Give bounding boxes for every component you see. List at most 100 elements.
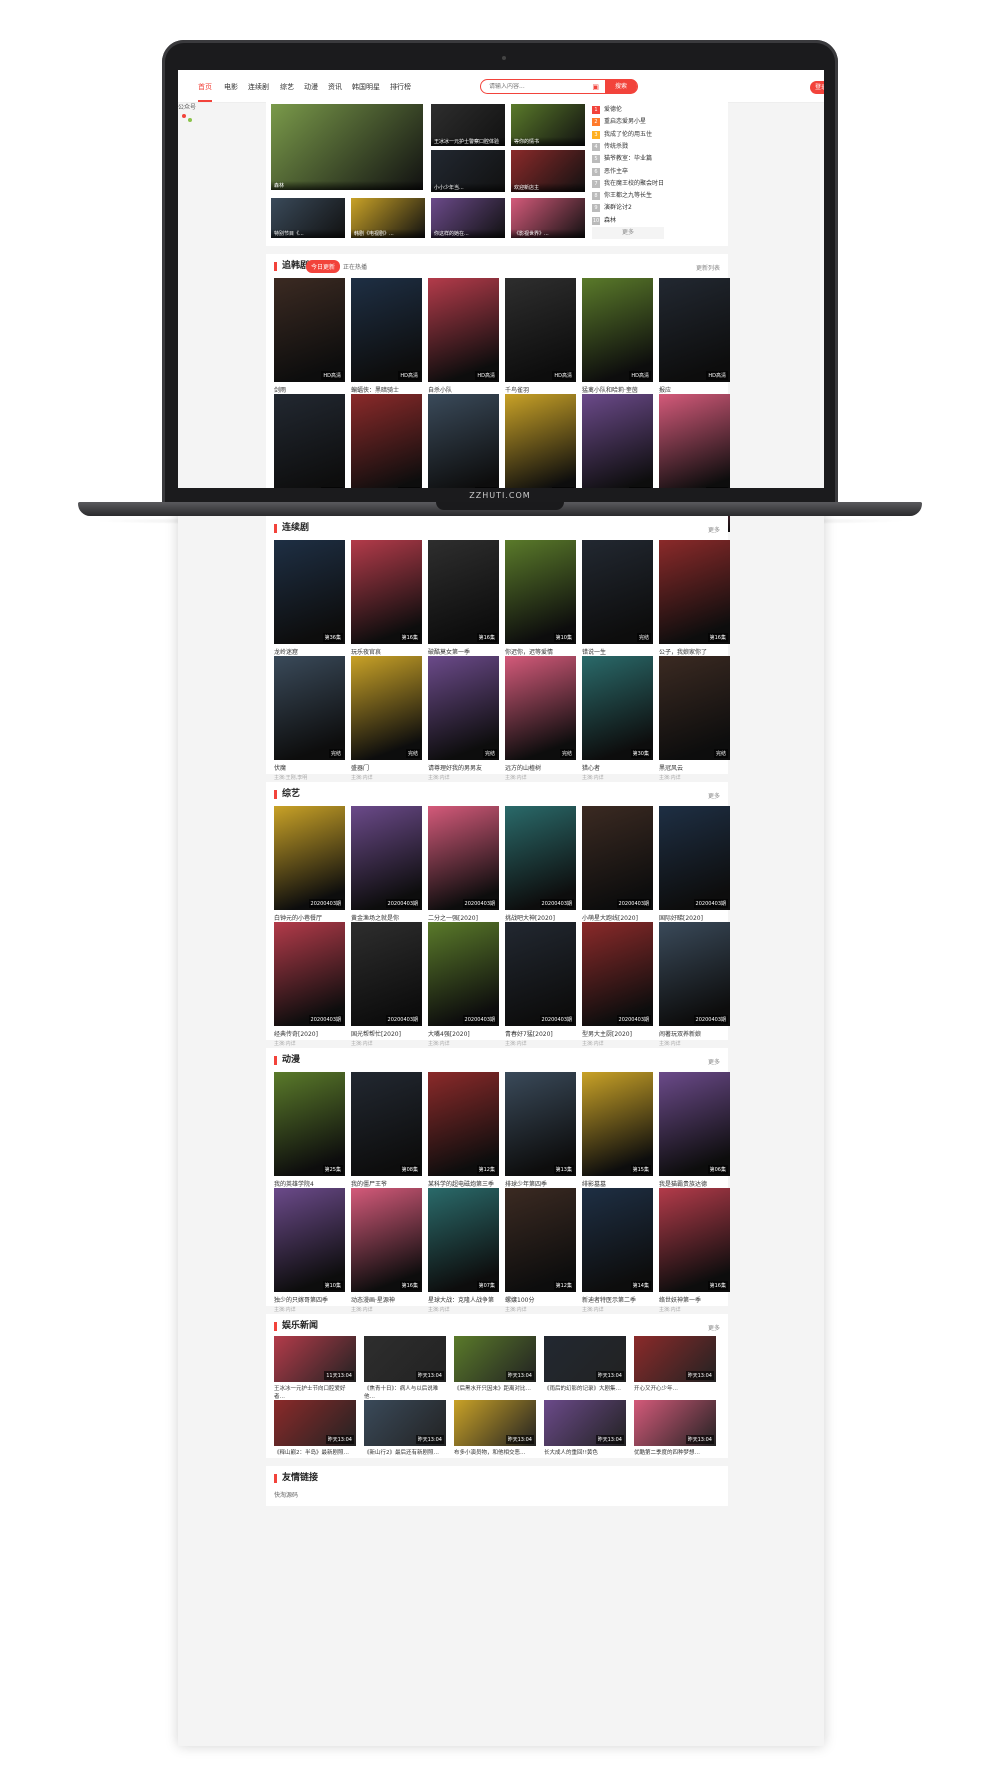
news-image[interactable]: 昨天13:04 bbox=[454, 1336, 536, 1382]
card-title[interactable]: 绯影墓墓 bbox=[582, 1179, 653, 1188]
news-card[interactable]: 昨天13:04 布多小演员物，和他相交恶… bbox=[454, 1400, 536, 1465]
card-title[interactable]: 千鸟雀羽 bbox=[505, 385, 576, 394]
nav-movie[interactable]: 电影 bbox=[224, 82, 238, 92]
poster-card[interactable]: HD高清自杀小队主演:玛格特罗比 bbox=[428, 278, 499, 403]
hero-thumb[interactable]: 特别节目《... bbox=[271, 198, 345, 238]
rank-item[interactable]: 7 我在魔王校的聚会时日 bbox=[592, 178, 664, 188]
poster-card[interactable]: HD高清报应主演:内详 bbox=[659, 278, 730, 403]
card-title[interactable]: 玩乐夜官哀 bbox=[351, 647, 422, 656]
card-title[interactable]: 络世妖神第一季 bbox=[659, 1295, 730, 1304]
rank-more-button[interactable]: 更多 bbox=[592, 227, 664, 239]
poster-image[interactable]: HD高清 bbox=[351, 394, 422, 488]
poster-card[interactable]: 第10集你迟你，迟等爱情主演:内详 bbox=[505, 540, 576, 665]
news-card[interactable]: 昨天13:04 开心又开心少年… bbox=[634, 1336, 716, 1401]
card-title[interactable]: 国光帮帮忙[2020] bbox=[351, 1029, 422, 1038]
rank-item[interactable]: 1 爱德伦 bbox=[592, 104, 622, 114]
card-title[interactable]: 大嘴4强[2020] bbox=[428, 1029, 499, 1038]
poster-image[interactable]: 完结 bbox=[274, 656, 345, 760]
news-image[interactable]: 昨天13:04 bbox=[634, 1400, 716, 1446]
news-title[interactable]: 《焦青十日》：病人与以后说难他… bbox=[364, 1385, 446, 1401]
poster-card[interactable]: 第30集 猎心者 主演:内详 bbox=[582, 656, 653, 781]
card-title[interactable]: 盛器门 bbox=[351, 763, 422, 772]
poster-image[interactable]: 20200403期 bbox=[505, 806, 576, 910]
news-title[interactable]: 王冰冰一元护士节向口腔爱好者… bbox=[274, 1385, 356, 1401]
rank-item[interactable]: 10 森林 bbox=[592, 215, 616, 225]
card-title[interactable]: 你迟你，迟等爱情 bbox=[505, 647, 576, 656]
poster-image[interactable]: 第10集 bbox=[274, 1188, 345, 1292]
card-title[interactable]: 闹著玩双养新娘 bbox=[659, 1029, 730, 1038]
poster-card[interactable]: 第36集龙岭迷窟主演:潘粤明,张雨绮 bbox=[274, 540, 345, 665]
poster-card[interactable]: 完结 黑冠风云 主演:内详 bbox=[659, 656, 730, 781]
poster-image[interactable]: 第08集 bbox=[351, 1072, 422, 1176]
card-title[interactable]: 我是猫霸贵族达德 bbox=[659, 1179, 730, 1188]
poster-card[interactable]: 完结 请尊理好我的男男友 主演:内详 bbox=[428, 656, 499, 781]
card-title[interactable]: 远方的山楂树 bbox=[505, 763, 576, 772]
rank-item[interactable]: 9 演群论讨2 bbox=[592, 202, 632, 213]
poster-image[interactable]: 第16集 bbox=[351, 1188, 422, 1292]
login-button[interactable]: 登录 bbox=[810, 81, 824, 94]
poster-image[interactable]: HD高清 bbox=[351, 278, 422, 382]
hero-thumb[interactable]: 等你的情书 bbox=[511, 104, 585, 146]
poster-image[interactable]: 第16集 bbox=[351, 540, 422, 644]
news-image[interactable]: 昨天13:04 bbox=[274, 1400, 356, 1446]
card-title[interactable]: 某科学的超电磁炮第三季 bbox=[428, 1179, 499, 1188]
poster-image[interactable]: 第36集 bbox=[274, 540, 345, 644]
news-image[interactable]: 昨天13:04 bbox=[364, 1336, 446, 1382]
poster-image[interactable]: 20200403期 bbox=[351, 806, 422, 910]
poster-card[interactable]: 第08集我的僵尸王爷主演:内详 bbox=[351, 1072, 422, 1197]
poster-image[interactable]: HD高清 bbox=[582, 394, 653, 488]
poster-card[interactable]: HD高清霍豹主演:Kevin bbox=[582, 394, 653, 488]
poster-image[interactable]: HD高清 bbox=[428, 394, 499, 488]
card-title[interactable]: 动态漫画·星源神 bbox=[351, 1295, 422, 1304]
news-image[interactable]: 11天13:04 bbox=[274, 1336, 356, 1382]
poster-image[interactable]: 第07集 bbox=[428, 1188, 499, 1292]
card-title[interactable]: 伏魔 bbox=[274, 763, 345, 772]
nav-series[interactable]: 连续剧 bbox=[248, 82, 269, 92]
poster-image[interactable]: 第13集 bbox=[505, 1072, 576, 1176]
news-image[interactable]: 昨天13:04 bbox=[364, 1400, 446, 1446]
poster-card[interactable]: 20200403期白钟元的小巷餐厅主演:白钟元 bbox=[274, 806, 345, 931]
poster-image[interactable]: HD高清 bbox=[428, 278, 499, 382]
poster-card[interactable]: 第15集绯影墓墓主演:内详 bbox=[582, 1072, 653, 1197]
nav-home[interactable]: 首页 bbox=[198, 82, 212, 102]
card-title[interactable]: 公子，我娘家你了 bbox=[659, 647, 730, 656]
card-title[interactable]: 黄金渔场之就是你 bbox=[351, 913, 422, 922]
poster-card[interactable]: HD高清猛禽小队和哈莉·奎茵主演:玛格特罗比 bbox=[582, 278, 653, 403]
search-button[interactable]: 搜索 bbox=[605, 79, 637, 94]
poster-card[interactable]: 完结 远方的山楂树 主演:内详 bbox=[505, 656, 576, 781]
card-title[interactable]: 螺嬢100分 bbox=[505, 1295, 576, 1304]
poster-card[interactable]: 20200403期 青春好7猛[2020] 主演:内详 bbox=[505, 922, 576, 1047]
poster-image[interactable]: HD高清 bbox=[505, 278, 576, 382]
poster-image[interactable]: 20200403期 bbox=[659, 922, 730, 1026]
poster-image[interactable]: 完结 bbox=[582, 540, 653, 644]
nav-anime[interactable]: 动漫 bbox=[304, 82, 318, 92]
poster-card[interactable]: 20200403期 闹著玩双养新娘 主演:内详 bbox=[659, 922, 730, 1047]
poster-card[interactable]: 第12集 螺嬢100分 主演:内详 bbox=[505, 1188, 576, 1313]
card-title[interactable]: 排球少年第四季 bbox=[505, 1179, 576, 1188]
card-title[interactable]: 蝙蝠侠：黑暗骑士 bbox=[351, 385, 422, 394]
poster-card[interactable]: 第10集 独少的只嫁哥第四季 主演:内详 bbox=[274, 1188, 345, 1313]
news-card[interactable]: 昨天13:04 《新山行2》最后还有新剧照… bbox=[364, 1400, 446, 1465]
friend-link[interactable]: 快淘源码 bbox=[274, 1490, 298, 1499]
more-link[interactable]: 更多 bbox=[708, 791, 720, 800]
poster-image[interactable]: 第16集 bbox=[659, 540, 730, 644]
card-title[interactable]: 自杀小队 bbox=[428, 385, 499, 394]
rank-item[interactable]: 5 猫爷教室：毕业篇 bbox=[592, 153, 652, 164]
poster-image[interactable]: 第16集 bbox=[428, 540, 499, 644]
card-title[interactable]: 挑战吧大神[2020] bbox=[505, 913, 576, 922]
card-title[interactable]: 黑冠风云 bbox=[659, 763, 730, 772]
card-title[interactable]: 国际好睇[2020] bbox=[659, 913, 730, 922]
poster-card[interactable]: 20200403期 经典传奇[2020] 主演:内详 bbox=[274, 922, 345, 1047]
poster-card[interactable]: HD高清终极杀戮主演:杰森 bbox=[274, 394, 345, 488]
poster-image[interactable]: 20200403期 bbox=[351, 922, 422, 1026]
poster-image[interactable]: HD高清 bbox=[274, 278, 345, 382]
tab-hot[interactable]: 正在热播 bbox=[338, 260, 372, 273]
news-image[interactable]: 昨天13:04 bbox=[544, 1400, 626, 1446]
rank-item[interactable]: 3 我成了伦的用五住 bbox=[592, 129, 652, 139]
poster-card[interactable]: 20200403期国际好睇[2020]主演:内详 bbox=[659, 806, 730, 931]
poster-card[interactable]: 20200403期小萌星大跑线[2020]主演:内详 bbox=[582, 806, 653, 931]
poster-card[interactable]: HD高清剑雨主演:郑雨盛,杨紫琼 bbox=[274, 278, 345, 403]
nav-stars[interactable]: 韩国明星 bbox=[352, 82, 380, 92]
card-title[interactable]: 猎心者 bbox=[582, 763, 653, 772]
hero-thumb[interactable]: 《影视世界》... bbox=[511, 198, 585, 238]
